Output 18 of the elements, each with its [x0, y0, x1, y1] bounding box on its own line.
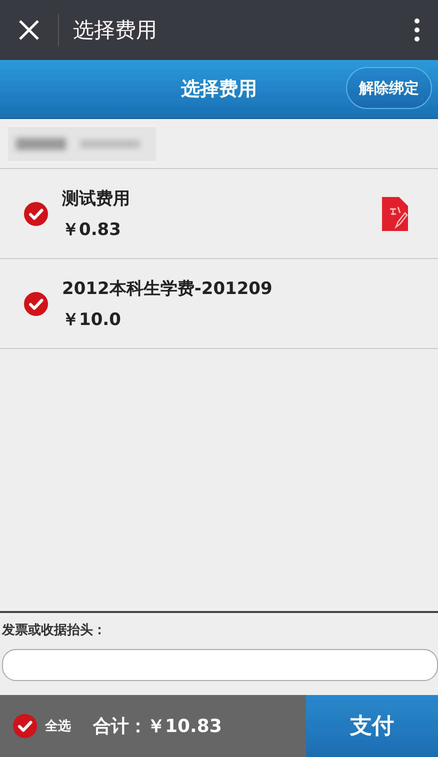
total-amount: 合计：￥10.83 [93, 715, 222, 738]
fee-name: 2012本科生学费-201209 [62, 278, 274, 300]
checkbox[interactable] [13, 714, 37, 738]
pay-button[interactable]: 支付 [306, 695, 438, 757]
edit-icon[interactable] [382, 196, 408, 230]
checkbox[interactable] [24, 202, 48, 226]
invoice-label: 发票或收据抬头： [2, 622, 107, 639]
fee-amount: ￥0.83 [62, 218, 122, 240]
fee-name: 测试费用 [62, 188, 131, 210]
invoice-title-field[interactable] [2, 649, 438, 681]
unbind-button[interactable]: 解除绑定 [346, 67, 432, 109]
more-icon[interactable] [414, 18, 420, 42]
checkbox[interactable] [24, 292, 48, 316]
fee-amount: ￥10.0 [62, 308, 122, 330]
page-title: 选择费用 [181, 77, 257, 102]
close-icon[interactable] [18, 19, 40, 41]
window-title: 选择费用 [73, 17, 158, 44]
select-all-label: 全选 [45, 718, 71, 735]
